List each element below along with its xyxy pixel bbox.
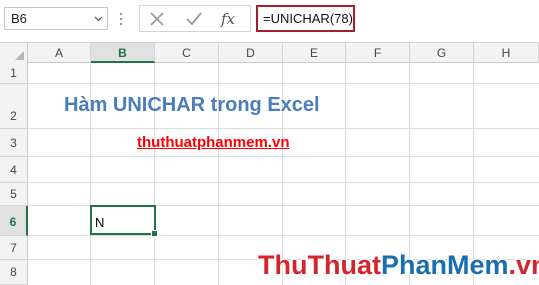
dropdown-arrow-icon[interactable] (94, 14, 103, 23)
formula-text: =UNICHAR(78) (263, 11, 353, 26)
row-header-2[interactable]: 2 (0, 84, 28, 129)
formula-input[interactable]: =UNICHAR(78) (256, 5, 355, 32)
column-header-row: A B C D E F G H (0, 42, 539, 63)
sheet-title-cell[interactable]: Hàm UNICHAR trong Excel (64, 94, 320, 117)
formula-bar: B6 fx =UNICHAR(78) (0, 0, 539, 42)
cell-b6-value: N (95, 215, 105, 230)
enter-icon[interactable] (184, 9, 204, 29)
row-header-1[interactable]: 1 (0, 63, 28, 84)
watermark-logo: ThuThuatPhanMem.vn (258, 250, 539, 281)
column-header-e[interactable]: E (283, 43, 346, 63)
column-header-c[interactable]: C (155, 43, 219, 63)
row-header-6[interactable]: 6 (0, 206, 28, 236)
watermark-part-2: PhanMem (380, 250, 509, 280)
row-header-8[interactable]: 8 (0, 260, 28, 285)
row-header-5[interactable]: 5 (0, 183, 28, 206)
website-link[interactable]: thuthuatphanmem.vn (137, 134, 290, 151)
row-header-3[interactable]: 3 (0, 129, 28, 157)
column-header-f[interactable]: F (346, 43, 410, 63)
watermark-part-3: .vn (508, 250, 539, 280)
name-box[interactable]: B6 (4, 7, 108, 30)
row-header-4[interactable]: 4 (0, 157, 28, 183)
column-header-g[interactable]: G (410, 43, 474, 63)
active-cell-b6[interactable]: N (90, 205, 158, 237)
select-all-button[interactable] (0, 43, 28, 63)
formula-buttons: fx (139, 5, 251, 32)
column-header-h[interactable]: H (474, 43, 539, 63)
svg-text:fx: fx (220, 10, 236, 28)
formula-bar-resize-handle[interactable] (119, 11, 123, 27)
column-header-b[interactable]: B (91, 43, 155, 63)
row-header-7[interactable]: 7 (0, 236, 28, 260)
insert-function-icon[interactable]: fx (220, 9, 240, 29)
column-header-d[interactable]: D (219, 43, 283, 63)
name-box-value: B6 (11, 11, 27, 26)
fill-handle[interactable] (151, 230, 158, 237)
watermark-part-1: ThuThuat (258, 250, 381, 280)
cancel-icon[interactable] (147, 9, 167, 29)
column-header-a[interactable]: A (28, 43, 91, 63)
